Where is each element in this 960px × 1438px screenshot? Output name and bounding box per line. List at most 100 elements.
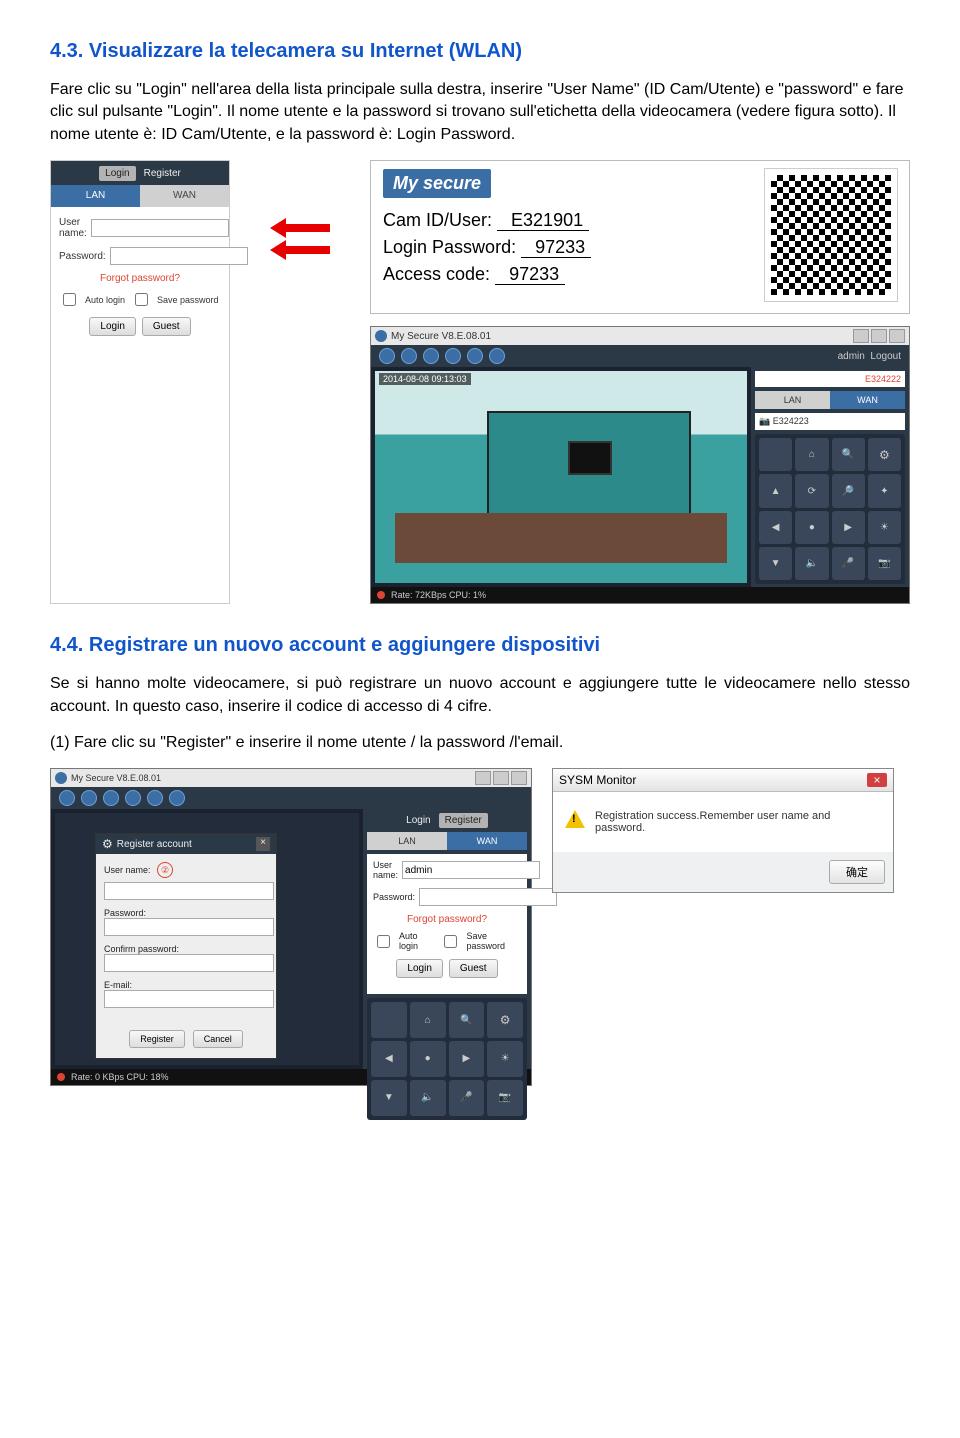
toolbar-icon[interactable] (103, 790, 119, 806)
toolbar-icon[interactable] (379, 348, 395, 364)
logout-link[interactable]: Logout (870, 351, 901, 362)
control-icon[interactable]: 📷 (868, 547, 901, 580)
side2-user-input[interactable] (402, 861, 540, 879)
gear-icon[interactable] (487, 1002, 523, 1038)
control-icon[interactable]: ◀ (759, 511, 792, 544)
side2-login-button[interactable]: Login (396, 959, 442, 978)
control-icon[interactable]: ▶ (832, 511, 865, 544)
control-icon[interactable]: ✦ (868, 474, 901, 507)
reg-pass-input[interactable] (104, 918, 274, 936)
tab-wan[interactable]: WAN (140, 185, 229, 207)
side2-auto-login-label: Auto login (399, 931, 434, 951)
register-button[interactable]: Register (129, 1030, 185, 1048)
record-dot-icon (377, 591, 385, 599)
gear-icon[interactable] (868, 438, 901, 471)
toolbar-icon[interactable] (445, 348, 461, 364)
record-dot-icon (57, 1073, 65, 1081)
control-icon[interactable]: 📷 (487, 1080, 523, 1116)
tab-lan[interactable]: LAN (51, 185, 140, 207)
user-name-input[interactable] (91, 219, 229, 237)
zoom-out-icon[interactable]: 🔎 (832, 474, 865, 507)
app-window: My Secure V8.E.08.01 a (370, 326, 910, 604)
side2-tab-wan[interactable]: WAN (447, 832, 527, 850)
app-title-text: My Secure V8.E.08.01 (391, 331, 491, 342)
toolbar-icon[interactable] (59, 790, 75, 806)
toolbar-icon[interactable] (125, 790, 141, 806)
ptz-joystick-icon[interactable] (371, 1002, 407, 1038)
control-icon[interactable]: ☀ (487, 1041, 523, 1077)
cancel-button[interactable]: Cancel (193, 1030, 243, 1048)
sysm-close-icon[interactable]: × (867, 773, 887, 787)
login-tab[interactable]: Login (99, 166, 135, 181)
section-4-3-heading: 4.3. Visualizzare la telecamera su Inter… (50, 40, 910, 63)
control-icon[interactable]: ● (410, 1041, 446, 1077)
login-tab-2[interactable]: Login (406, 815, 430, 826)
control-icon[interactable]: ▼ (371, 1080, 407, 1116)
side2-save-pass[interactable] (444, 935, 457, 948)
zoom-in-icon[interactable]: 🔍 (832, 438, 865, 471)
control-icon[interactable]: 🎤 (449, 1080, 485, 1116)
side2-pass-input[interactable] (419, 888, 557, 906)
side2-auto-login[interactable] (377, 935, 390, 948)
side2-guest-button[interactable]: Guest (449, 959, 498, 978)
side2-forgot[interactable]: Forgot password? (373, 914, 521, 925)
toolbar-icon[interactable] (467, 348, 483, 364)
toolbar-icon[interactable] (489, 348, 505, 364)
status-rate: Rate: 72KBps CPU: 1% (391, 590, 486, 600)
camera-list-item[interactable]: 📷 E324223 (759, 416, 809, 426)
ptz-control-grid: ⌂ 🔍 ▲ ⟳ 🔎 ✦ ◀ ● ▶ ☀ ▼ 🔈 🎤 � (755, 434, 905, 584)
minimize-icon[interactable] (853, 329, 869, 343)
ptz-joystick-icon[interactable] (759, 438, 792, 471)
maximize-icon[interactable] (493, 771, 509, 785)
toolbar-icon[interactable] (147, 790, 163, 806)
side-tab-wan[interactable]: WAN (830, 391, 905, 409)
side-tab-lan[interactable]: LAN (755, 391, 830, 409)
toolbar-icon[interactable] (81, 790, 97, 806)
reg-confirm-input[interactable] (104, 954, 274, 972)
home-icon[interactable]: ⌂ (410, 1002, 446, 1038)
side2-tab-lan[interactable]: LAN (367, 832, 447, 850)
minimize-icon[interactable] (475, 771, 491, 785)
control-icon[interactable]: ▶ (449, 1041, 485, 1077)
forgot-password-link[interactable]: Forgot password? (59, 273, 221, 284)
control-icon[interactable]: ▼ (759, 547, 792, 580)
zoom-in-icon[interactable]: 🔍 (449, 1002, 485, 1038)
control-icon[interactable]: ☀ (868, 511, 901, 544)
cam-id-label: Cam ID/User: (383, 210, 492, 230)
app-logo-icon (375, 330, 387, 342)
home-icon[interactable]: ⌂ (795, 438, 828, 471)
close-icon[interactable] (511, 771, 527, 785)
control-icon[interactable]: ▲ (759, 474, 792, 507)
register-tab-2[interactable]: Register (439, 813, 488, 828)
sysm-ok-button[interactable]: 确定 (829, 860, 885, 884)
toolbar-icon[interactable] (401, 348, 417, 364)
dialog-close-icon[interactable]: × (256, 837, 270, 851)
toolbar-icon[interactable] (423, 348, 439, 364)
camera-list[interactable]: 📷 E324223 (755, 413, 905, 430)
control-icon[interactable]: 🔈 (410, 1080, 446, 1116)
guest-button[interactable]: Guest (142, 317, 191, 336)
reg-email-input[interactable] (104, 990, 274, 1008)
app2-toolbar (51, 787, 531, 809)
control-icon[interactable]: 🎤 (832, 547, 865, 580)
control-icon[interactable]: ◀ (371, 1041, 407, 1077)
reg-pass-label: Password: (104, 908, 268, 918)
reg-user-label: User name: (104, 865, 151, 875)
reg-user-input[interactable] (104, 882, 274, 900)
control-icon[interactable]: ● (795, 511, 828, 544)
control-icon[interactable]: ⟳ (795, 474, 828, 507)
save-password-checkbox[interactable] (135, 293, 148, 306)
close-icon[interactable] (889, 329, 905, 343)
right-column: My secure Cam ID/User: E321901 Login Pas… (370, 160, 910, 604)
auto-login-checkbox[interactable] (63, 293, 76, 306)
save-password-label: Save password (157, 295, 219, 305)
control-icon[interactable]: 🔈 (795, 547, 828, 580)
side2-save-pass-label: Save password (466, 931, 521, 951)
toolbar-icon[interactable] (169, 790, 185, 806)
password-input[interactable] (110, 247, 248, 265)
register-tab[interactable]: Register (144, 168, 181, 179)
maximize-icon[interactable] (871, 329, 887, 343)
ptz-grid-2: ⌂ 🔍 ◀ ● ▶ ☀ ▼ 🔈 🎤 📷 (367, 998, 527, 1119)
login-button[interactable]: Login (89, 317, 135, 336)
sysm-title: SYSM Monitor (559, 773, 636, 787)
